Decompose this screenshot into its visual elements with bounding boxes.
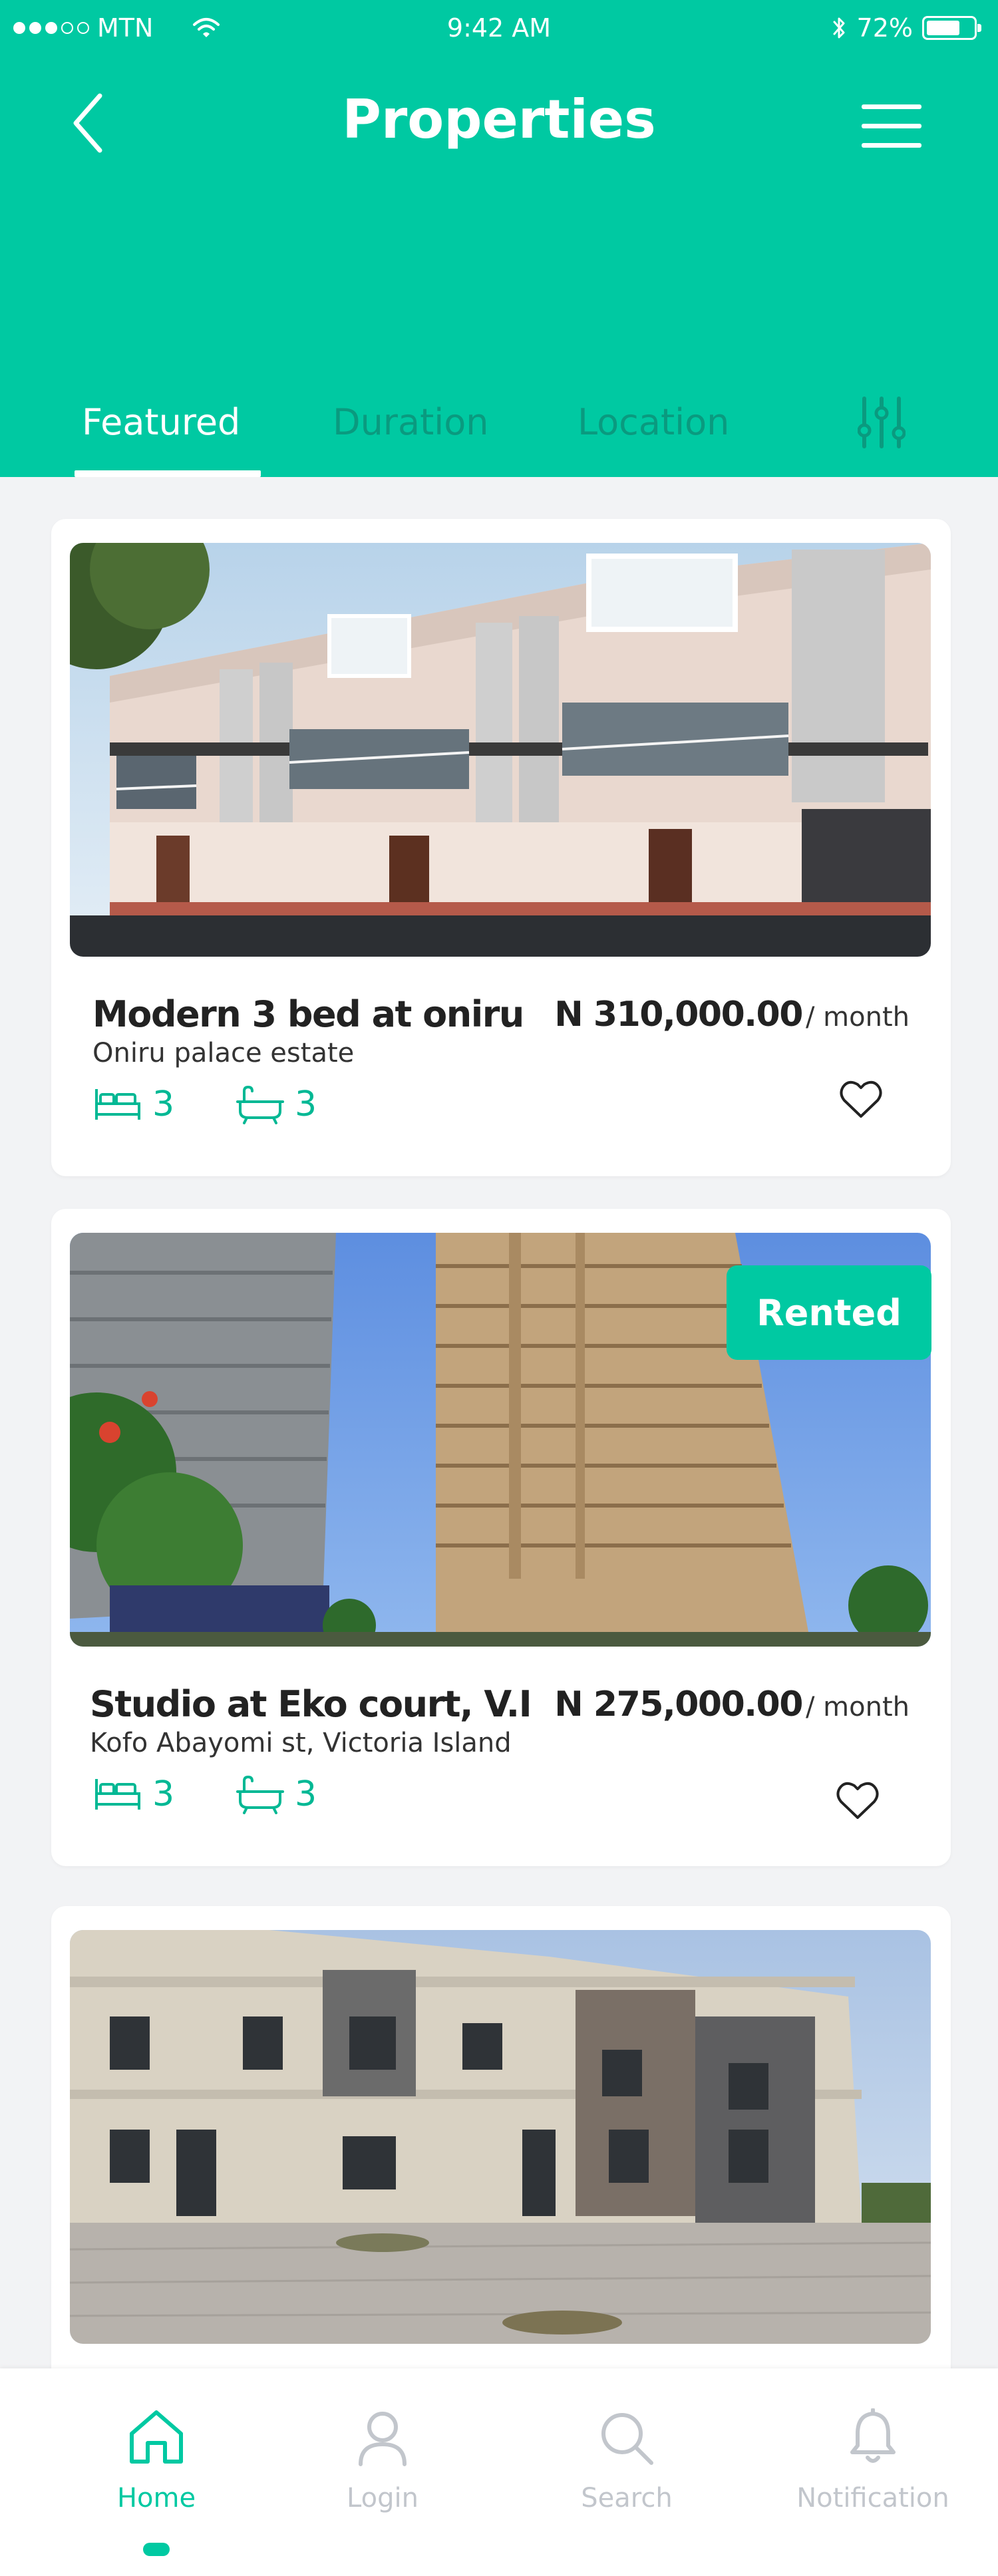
status-right: 72% — [832, 13, 981, 43]
property-price: N 310,000.00 / month — [554, 991, 910, 1046]
bathrooms: 3 — [235, 1084, 317, 1124]
property-location: Kofo Abayomi st, Victoria Island — [90, 1728, 512, 1758]
tab-featured[interactable]: Featured — [82, 399, 240, 446]
bluetooth-icon — [833, 17, 845, 39]
home-icon — [130, 2410, 183, 2464]
property-location: Oniru palace estate — [92, 1038, 355, 1068]
nav-search[interactable]: Search — [527, 2408, 727, 2515]
bedrooms: 3 — [92, 1084, 174, 1124]
hamburger-menu-icon — [862, 104, 921, 148]
bathrooms: 3 — [235, 1774, 317, 1814]
property-photo[interactable] — [70, 1930, 931, 2344]
nav-home[interactable]: Home — [57, 2408, 256, 2515]
property-photo[interactable] — [70, 543, 931, 957]
property-title: Modern 3 bed at oniru — [92, 993, 524, 1035]
nav-search-label: Search — [581, 2483, 673, 2513]
filter-sliders-icon — [858, 397, 906, 448]
bathtub-icon — [236, 1086, 284, 1124]
app-header: MTN 9:42 AM 72% Properties Featured Dura… — [0, 0, 998, 477]
battery-icon — [922, 16, 981, 40]
bedrooms-count: 3 — [152, 1084, 175, 1124]
bedrooms: 3 — [92, 1774, 174, 1814]
nav-login[interactable]: Login — [283, 2408, 482, 2515]
property-title: Studio at Eko court, V.I — [90, 1683, 532, 1725]
bedrooms-count: 3 — [152, 1774, 175, 1814]
favorite-heart-icon[interactable] — [838, 1076, 884, 1123]
bed-icon — [95, 1089, 140, 1120]
favorite-heart-icon[interactable] — [834, 1778, 881, 1824]
property-price: N 275,000.00 / month — [554, 1681, 910, 1736]
filter-button[interactable] — [852, 393, 912, 452]
nav-notification-label: Notification — [796, 2483, 949, 2513]
property-card[interactable]: Modern 3 bed at oniru Oniru palace estat… — [51, 519, 951, 1176]
bathrooms-count: 3 — [295, 1084, 317, 1124]
status-bar: MTN 9:42 AM 72% — [0, 0, 998, 59]
menu-button[interactable] — [858, 100, 925, 153]
battery-percentage: 72% — [856, 13, 913, 43]
price-period: / month — [805, 1692, 910, 1722]
tab-duration[interactable]: Duration — [333, 399, 489, 446]
price-amount: N 310,000.00 — [554, 995, 803, 1035]
nav-notification[interactable]: Notification — [773, 2408, 973, 2515]
nav-login-label: Login — [347, 2483, 418, 2513]
active-nav-indicator — [143, 2543, 170, 2556]
price-period: / month — [805, 1002, 910, 1033]
nav-home-label: Home — [116, 2483, 196, 2513]
bed-icon — [95, 1779, 140, 1810]
tab-location[interactable]: Location — [578, 399, 729, 446]
page-title: Properties — [342, 88, 656, 150]
property-card[interactable] — [51, 1906, 951, 2412]
bell-icon — [850, 2408, 896, 2463]
tab-bar: Featured Duration Location — [0, 393, 998, 477]
bottom-navigation: Home Login Search Notification — [0, 2368, 998, 2576]
user-icon — [359, 2412, 407, 2466]
property-card[interactable]: Rented Studio at Eko court, V.I Kofo Aba… — [51, 1209, 951, 1866]
search-icon — [601, 2413, 653, 2465]
bathtub-icon — [236, 1776, 284, 1814]
rented-badge: Rented — [727, 1265, 931, 1360]
price-amount: N 275,000.00 — [554, 1685, 803, 1724]
active-tab-indicator — [75, 470, 261, 477]
bathrooms-count: 3 — [295, 1774, 317, 1814]
